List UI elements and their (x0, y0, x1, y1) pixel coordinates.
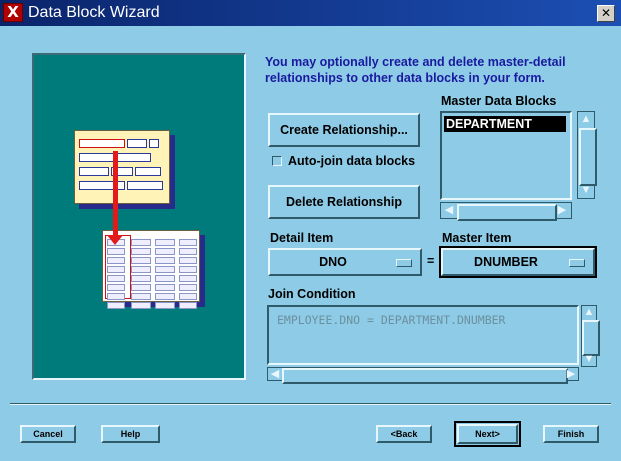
scroll-thumb[interactable] (582, 320, 600, 356)
equals-sign: = (427, 254, 435, 268)
detail-item-label: Detail Item (270, 231, 334, 245)
auto-join-checkbox[interactable] (272, 156, 282, 166)
scroll-left-icon[interactable]: ◀ (268, 368, 282, 380)
create-relationship-button[interactable]: Create Relationship... (268, 113, 420, 147)
help-button[interactable]: Help (101, 425, 160, 443)
window-title: Data Block Wizard (28, 4, 160, 21)
finish-button[interactable]: Finish (543, 425, 599, 443)
scroll-down-icon[interactable]: ▼ (579, 184, 593, 196)
intro-text: You may optionally create and delete mas… (265, 55, 566, 85)
master-blocks-label: Master Data Blocks (441, 94, 557, 108)
master-blocks-list[interactable]: DEPARTMENT (440, 111, 572, 200)
master-item-value: DNUMBER (474, 255, 538, 269)
back-button[interactable]: <Back (376, 425, 432, 443)
scroll-right-icon[interactable]: ▶ (555, 204, 569, 216)
scroll-up-icon[interactable]: ▲ (582, 306, 596, 318)
scroll-up-icon[interactable]: ▲ (579, 113, 593, 125)
scroll-thumb[interactable] (579, 128, 597, 186)
scroll-right-icon[interactable]: ▶ (564, 368, 578, 380)
delete-relationship-button[interactable]: Delete Relationship (268, 185, 420, 219)
master-item-label: Master Item (442, 231, 512, 245)
next-button[interactable]: Next> (454, 421, 521, 447)
detail-item-select[interactable]: DNO (268, 248, 422, 276)
list-item[interactable]: DEPARTMENT (444, 116, 566, 132)
auto-join-label: Auto-join data blocks (288, 154, 416, 168)
master-blocks-vscrollbar[interactable]: ▲ ▼ (577, 111, 597, 199)
relationship-arrow (113, 151, 118, 239)
join-condition-text: EMPLOYEE.DNO = DEPARTMENT.DNUMBER (277, 313, 506, 327)
scroll-down-icon[interactable]: ▼ (582, 353, 596, 365)
scroll-thumb[interactable] (457, 204, 557, 221)
dropdown-indicator-icon (396, 259, 412, 267)
arrow-head-icon (107, 235, 123, 245)
join-condition-hscrollbar[interactable]: ◀ ▶ (267, 367, 579, 384)
join-condition-label: Join Condition (268, 287, 356, 301)
scroll-thumb[interactable] (282, 368, 568, 384)
dropdown-indicator-icon (569, 259, 585, 267)
cancel-button[interactable]: Cancel (20, 425, 76, 443)
join-condition-vscrollbar[interactable]: ▲ ▼ (581, 305, 600, 367)
app-logo-icon: X (3, 3, 23, 22)
master-form-graphic (74, 130, 170, 204)
wizard-illustration (32, 53, 246, 380)
title-bar: X Data Block Wizard ✕ (0, 0, 621, 26)
master-item-select[interactable]: DNUMBER (439, 246, 597, 278)
master-blocks-hscrollbar[interactable]: ◀ ▶ (440, 202, 572, 221)
scroll-left-icon[interactable]: ◀ (442, 204, 456, 216)
detail-item-value: DNO (319, 255, 347, 269)
close-icon[interactable]: ✕ (597, 5, 615, 22)
footer-separator (10, 403, 611, 405)
join-condition-textarea[interactable]: EMPLOYEE.DNO = DEPARTMENT.DNUMBER (267, 305, 579, 365)
